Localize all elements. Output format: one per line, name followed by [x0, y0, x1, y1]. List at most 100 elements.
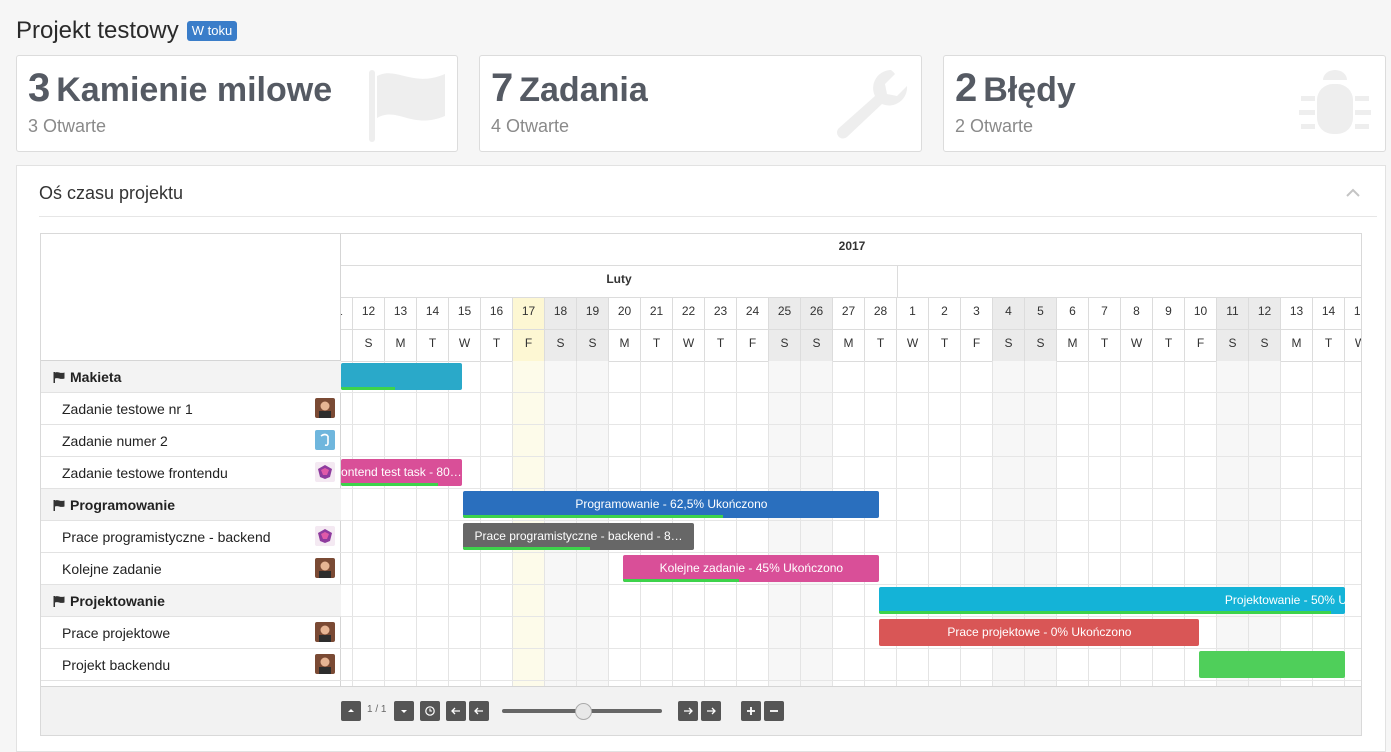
avatar [315, 462, 335, 482]
gantt-bar[interactable]: ontend test task - 80… [341, 459, 462, 486]
zoom-slider[interactable] [502, 703, 664, 720]
grid-row-line [341, 520, 1361, 521]
minus-icon [770, 710, 778, 712]
arrow-left-icon [451, 707, 460, 715]
weekday-label: W [1345, 330, 1361, 361]
scroll-left-fast-button[interactable] [446, 701, 466, 721]
avatar [315, 558, 335, 578]
year-scale: 2017 [341, 234, 1361, 266]
day-label: 9 [1153, 298, 1185, 329]
avatar [315, 622, 335, 642]
task-row[interactable]: Zadanie testowe nr 1 [41, 393, 341, 425]
arrow-down-icon [401, 710, 407, 713]
milestone-row[interactable]: Programowanie [41, 489, 341, 521]
gantt-bar[interactable] [1199, 651, 1345, 678]
milestones-label: Kamienie milowe [56, 71, 333, 109]
weekday-label: T [1089, 330, 1121, 361]
task-row[interactable]: Zadanie testowe frontendu [41, 457, 341, 489]
wrench-icon [836, 70, 908, 139]
weekday-label: S [1249, 330, 1281, 361]
gantt-bar[interactable] [341, 363, 462, 390]
page-header: Projekt testowy W toku [16, 16, 238, 46]
day-label: 22 [673, 298, 705, 329]
weekday-label: W [897, 330, 929, 361]
weekday-label: S [993, 330, 1025, 361]
task-list-header [41, 234, 341, 361]
weekday-label: M [1281, 330, 1313, 361]
milestone-row[interactable]: Projektowanie [41, 585, 341, 617]
bugs-label: Błędy [983, 71, 1076, 109]
plus-icon [747, 707, 755, 715]
row-label: Zadanie testowe nr 1 [62, 400, 193, 417]
bugs-card[interactable]: 2 Błędy 2 Otwarte [943, 55, 1386, 152]
weekday-label: T [641, 330, 673, 361]
weekday-label: M [609, 330, 641, 361]
tasks-card[interactable]: 7 Zadania 4 Otwarte [479, 55, 922, 152]
weekday-label: M [833, 330, 865, 361]
day-label: 1 [897, 298, 929, 329]
day-label: 20 [609, 298, 641, 329]
bar-label: Projektowanie - 50% U [1224, 593, 1345, 607]
gantt-bar[interactable]: Programowanie - 62,5% Ukończono [463, 491, 880, 518]
grid-column [417, 361, 449, 686]
row-label: Projekt backendu [62, 656, 171, 673]
page-up-button[interactable] [341, 701, 361, 721]
row-label: Kolejne zadanie [62, 560, 162, 577]
day-label: 6 [1057, 298, 1089, 329]
task-row[interactable]: Prace programistyczne - backend [41, 521, 341, 553]
weekday-label: T [417, 330, 449, 361]
avatar [315, 430, 335, 450]
zoom-handle[interactable] [575, 703, 592, 720]
page-down-button[interactable] [394, 701, 414, 721]
scroll-right-fast-button[interactable] [701, 701, 721, 721]
weekday-label: S [545, 330, 577, 361]
day-label: 4 [993, 298, 1025, 329]
chevron-up-icon[interactable] [1346, 188, 1360, 198]
day-label: 11 [341, 298, 353, 329]
task-row[interactable]: Prace projektowe [41, 617, 341, 649]
weekday-label: F [513, 330, 545, 361]
task-row[interactable]: Projekt backendu [41, 649, 341, 681]
weekday-label: S [1025, 330, 1057, 361]
tasks-open: 4 Otwarte [491, 116, 570, 136]
day-label: 16 [481, 298, 513, 329]
weekday-label: S [769, 330, 801, 361]
day-label: 24 [737, 298, 769, 329]
milestones-card[interactable]: 3 Kamienie milowe 3 Otwarte [16, 55, 458, 152]
zoom-out-button[interactable] [764, 701, 784, 721]
weekday-label: S [577, 330, 609, 361]
gantt-bar[interactable]: Kolejne zadanie - 45% Ukończono [623, 555, 880, 582]
day-label: 25 [769, 298, 801, 329]
bar-progress [623, 579, 739, 582]
tasks-label: Zadania [519, 71, 648, 109]
gantt-bar[interactable]: Projektowanie - 50% U [879, 587, 1345, 614]
bar-label: Programowanie - 62,5% Ukończono [575, 497, 768, 511]
scroll-right-button[interactable] [678, 701, 698, 721]
row-label: Prace projektowe [62, 624, 171, 641]
weekday-label: T [481, 330, 513, 361]
gantt-bar[interactable]: Prace programistyczne - backend - 8… [463, 523, 694, 550]
today-button[interactable] [420, 701, 440, 721]
grid-column [1313, 361, 1345, 686]
month-label: Luty [341, 266, 898, 297]
milestone-row[interactable]: Makieta [41, 361, 341, 393]
task-row[interactable]: Kolejne zadanie [41, 553, 341, 585]
grid-column [1249, 361, 1281, 686]
day-label: 15 [449, 298, 481, 329]
avatar [315, 654, 335, 674]
grid-column [1217, 361, 1249, 686]
weekday-label: S [1217, 330, 1249, 361]
day-label: 14 [417, 298, 449, 329]
clock-icon [425, 706, 435, 716]
task-row[interactable]: Zadanie numer 2 [41, 425, 341, 457]
timeline-title: Oś czasu projektu [39, 183, 184, 203]
zoom-in-button[interactable] [741, 701, 761, 721]
weekday-label: T [929, 330, 961, 361]
day-label: 12 [1249, 298, 1281, 329]
flag-icon [369, 70, 445, 142]
grid-row-line [341, 488, 1361, 489]
gantt-bar[interactable]: Prace projektowe - 0% Ukończono [879, 619, 1200, 646]
scroll-left-button[interactable] [469, 701, 489, 721]
grid-row-line [341, 552, 1361, 553]
arrow-right-icon [684, 707, 693, 715]
